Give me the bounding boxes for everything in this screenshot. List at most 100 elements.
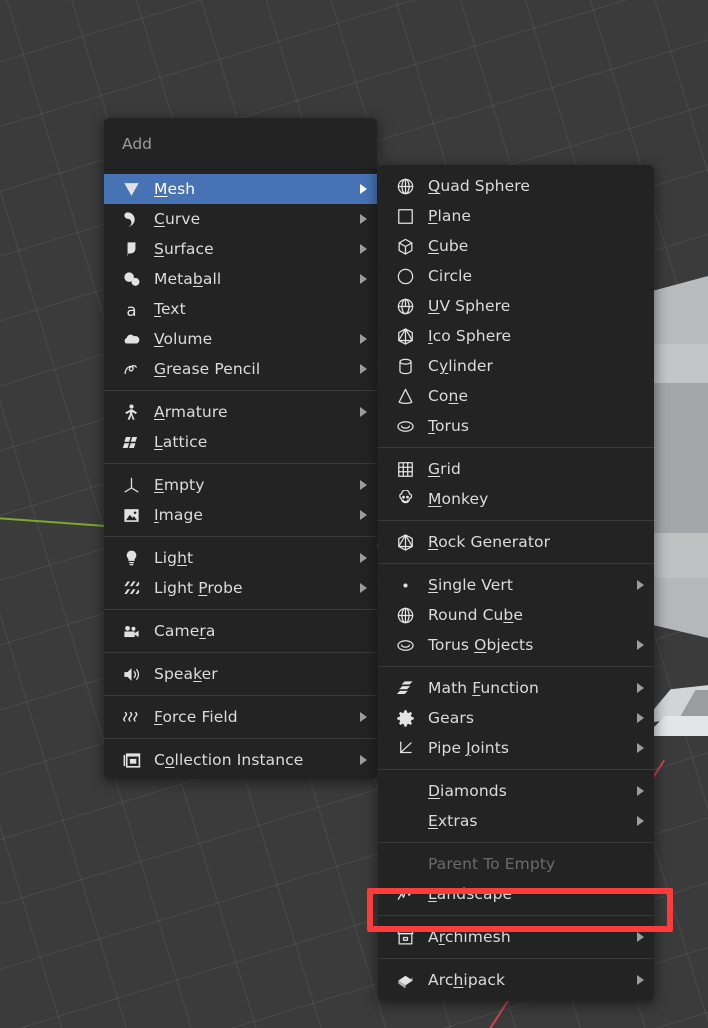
menu-item-label: Speaker <box>154 665 218 683</box>
submenu-arrow-icon <box>360 184 367 194</box>
add-menu-item-light-probe[interactable]: Light Probe <box>104 573 377 603</box>
text-icon: a <box>118 299 144 319</box>
mesh-item-extras[interactable]: Extras <box>378 806 654 836</box>
mesh-item-ico-sphere[interactable]: Ico Sphere <box>378 321 654 351</box>
rock-generator-icon <box>392 532 418 552</box>
mesh-item-archipack[interactable]: Archipack <box>378 965 654 995</box>
submenu-arrow-icon <box>360 553 367 563</box>
cylinder-icon <box>392 356 418 376</box>
mesh-item-cone[interactable]: Cone <box>378 381 654 411</box>
submenu-arrow-icon <box>637 975 644 985</box>
menu-item-label: Plane <box>428 207 472 225</box>
mesh-item-math-function[interactable]: Math Function <box>378 673 654 703</box>
menu-item-label: Monkey <box>428 490 489 508</box>
submenu-arrow-icon <box>637 786 644 796</box>
circle-icon <box>392 266 418 286</box>
add-menu-item-text[interactable]: a Text <box>104 294 377 324</box>
submenu-arrow-icon <box>360 480 367 490</box>
landscape-icon <box>392 884 418 904</box>
mesh-item-single-vert[interactable]: Single Vert <box>378 570 654 600</box>
add-menu-item-grease-pencil[interactable]: Grease Pencil <box>104 354 377 384</box>
menu-item-label: Empty <box>154 476 205 494</box>
add-menu-item-image[interactable]: Image <box>104 500 377 530</box>
grease-pencil-icon <box>118 359 144 379</box>
add-menu-item-armature[interactable]: Armature <box>104 397 377 427</box>
menu-item-label: Lattice <box>154 433 208 451</box>
lattice-icon <box>118 432 144 452</box>
menu-item-label: Surface <box>154 240 214 258</box>
mesh-item-torus[interactable]: Torus <box>378 411 654 441</box>
menu-separator <box>104 652 377 653</box>
menu-separator <box>378 958 654 959</box>
cone-icon <box>392 386 418 406</box>
mesh-item-monkey[interactable]: Monkey <box>378 484 654 514</box>
empty-axes-icon <box>118 475 144 495</box>
add-menu-item-volume[interactable]: Volume <box>104 324 377 354</box>
menu-item-label: Cone <box>428 387 469 405</box>
menu-separator <box>104 695 377 696</box>
add-menu-item-metaball[interactable]: Metaball <box>104 264 377 294</box>
none <box>392 781 418 801</box>
torus-icon <box>392 416 418 436</box>
blender-3d-viewport[interactable]: Add Mesh Curve Surface Metaball a Text Volume G… <box>0 0 708 1028</box>
mesh-item-diamonds[interactable]: Diamonds <box>378 776 654 806</box>
add-menu-items[interactable]: Mesh Curve Surface Metaball a Text Volume Greas… <box>104 170 377 779</box>
mesh-item-quad-sphere[interactable]: Quad Sphere <box>378 171 654 201</box>
image-icon <box>118 505 144 525</box>
light-bulb-icon <box>118 548 144 568</box>
menu-item-label: Text <box>154 300 186 318</box>
add-menu-item-camera[interactable]: Camera <box>104 616 377 646</box>
archipack-icon <box>392 970 418 990</box>
grid-icon <box>392 459 418 479</box>
submenu-arrow-icon <box>360 510 367 520</box>
submenu-arrow-icon <box>360 712 367 722</box>
mesh-submenu-panel[interactable]: Quad Sphere Plane Cube Circle UV Sphere Ico S… <box>378 165 654 1001</box>
mesh-item-gears[interactable]: Gears <box>378 703 654 733</box>
add-menu-panel[interactable]: Add Mesh Curve Surface Metaball a Text Volume G… <box>104 118 377 779</box>
menu-item-label: Cube <box>428 237 469 255</box>
mesh-item-parent-to-empty: Parent To Empty <box>378 849 654 879</box>
quad-sphere-icon <box>392 176 418 196</box>
menu-item-label: Single Vert <box>428 576 514 594</box>
add-menu-item-light[interactable]: Light <box>104 543 377 573</box>
submenu-arrow-icon <box>637 816 644 826</box>
volume-icon <box>118 329 144 349</box>
pipe-joints-icon <box>392 738 418 758</box>
surface-icon <box>118 239 144 259</box>
mesh-item-landscape[interactable]: Landscape <box>378 879 654 909</box>
scene-object-face <box>648 344 708 384</box>
mesh-item-round-cube[interactable]: Round Cube <box>378 600 654 630</box>
mesh-item-uv-sphere[interactable]: UV Sphere <box>378 291 654 321</box>
mesh-item-archimesh[interactable]: Archimesh <box>378 922 654 952</box>
add-menu-item-empty[interactable]: Empty <box>104 470 377 500</box>
menu-separator <box>104 738 377 739</box>
add-menu-item-collection-instance[interactable]: Collection Instance <box>104 745 377 775</box>
submenu-arrow-icon <box>360 755 367 765</box>
menu-separator <box>378 769 654 770</box>
mesh-submenu-items[interactable]: Quad Sphere Plane Cube Circle UV Sphere Ico S… <box>378 165 654 1001</box>
uv-sphere-icon <box>392 296 418 316</box>
add-menu-item-mesh[interactable]: Mesh <box>104 174 377 204</box>
mesh-item-circle[interactable]: Circle <box>378 261 654 291</box>
mesh-item-plane[interactable]: Plane <box>378 201 654 231</box>
add-menu-item-lattice[interactable]: Lattice <box>104 427 377 457</box>
submenu-arrow-icon <box>637 743 644 753</box>
add-menu-item-surface[interactable]: Surface <box>104 234 377 264</box>
mesh-item-cylinder[interactable]: Cylinder <box>378 351 654 381</box>
menu-item-label: Force Field <box>154 708 238 726</box>
mesh-item-rock-generator[interactable]: Rock Generator <box>378 527 654 557</box>
menu-separator <box>104 463 377 464</box>
add-menu-item-curve[interactable]: Curve <box>104 204 377 234</box>
mesh-item-cube[interactable]: Cube <box>378 231 654 261</box>
submenu-arrow-icon <box>637 640 644 650</box>
mesh-item-grid[interactable]: Grid <box>378 454 654 484</box>
mesh-item-pipe-joints[interactable]: Pipe Joints <box>378 733 654 763</box>
menu-item-label: Image <box>154 506 204 524</box>
menu-item-label: Light <box>154 549 194 567</box>
mesh-item-torus-objects[interactable]: Torus Objects <box>378 630 654 660</box>
add-menu-item-force-field[interactable]: Force Field <box>104 702 377 732</box>
curve-icon <box>118 209 144 229</box>
menu-separator <box>378 520 654 521</box>
menu-separator <box>104 609 377 610</box>
add-menu-item-speaker[interactable]: Speaker <box>104 659 377 689</box>
